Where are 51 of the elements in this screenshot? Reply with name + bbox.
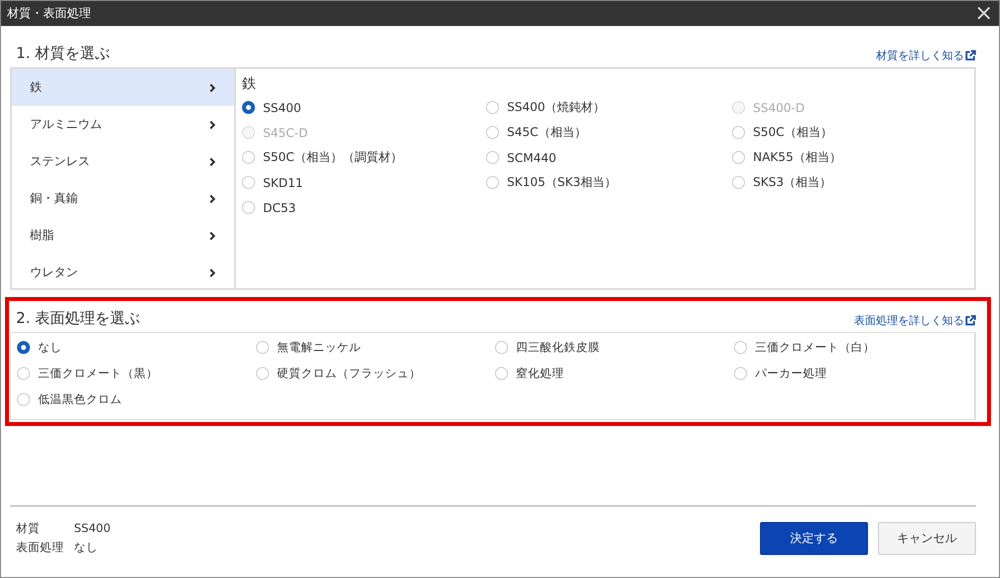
summary-value: なし (74, 539, 98, 556)
chevron-right-icon (209, 120, 216, 130)
option-label: S50C（相当） (753, 124, 832, 141)
option-label: SK105（SK3相当） (507, 174, 617, 191)
category-item[interactable]: 銅・真鍮 (12, 180, 234, 217)
details-link[interactable]: 材質を詳しく知る (876, 48, 976, 63)
option-label: NAK55（相当） (753, 149, 842, 166)
option-label: 硬質クロム（フラッシュ） (277, 366, 421, 380)
confirm-button[interactable]: 決定する (760, 522, 868, 554)
option-label: DC53 (263, 200, 296, 214)
option-label: 三価クロメート（白） (755, 340, 875, 354)
radio-button[interactable] (242, 101, 255, 114)
option-label: SS400（焼鈍材） (507, 99, 606, 116)
option-label: 無電解ニッケル (277, 340, 361, 354)
category-item[interactable]: ステンレス (12, 143, 234, 180)
summary-label: 材質 (16, 520, 41, 537)
category-item[interactable]: アルミニウム (12, 106, 234, 143)
option-label: S50C（相当）（調質材） (263, 149, 402, 166)
cancel-button[interactable]: キャンセル (878, 522, 976, 554)
category-item[interactable]: 鉄 (12, 69, 234, 106)
option-label: パーカー処理 (755, 366, 827, 380)
option-label: SS400 (263, 100, 302, 114)
chevron-right-icon (209, 194, 216, 204)
close-button[interactable]: × (968, 2, 999, 24)
option-label: SS400-D (753, 100, 805, 114)
window-title: 材質・表面処理 (7, 5, 91, 22)
details-link[interactable]: 表面処理を詳しく知る (854, 313, 976, 328)
option-label: 窒化処理 (516, 366, 564, 380)
category-item[interactable]: 樹脂 (12, 217, 234, 254)
external-link-icon (965, 50, 976, 61)
external-link-icon (965, 315, 976, 326)
option-label: 低温黒色クロム (38, 392, 122, 406)
option-label: SKD11 (263, 176, 303, 190)
chevron-right-icon (209, 156, 216, 166)
chevron-right-icon (209, 230, 216, 240)
option-label: SKS3（相当） (753, 174, 832, 191)
summary-label: 表面処理 (16, 539, 65, 556)
section-heading: 1. 材質を選ぶ (16, 44, 110, 63)
chevron-right-icon (209, 82, 216, 92)
option-label: S45C（相当） (507, 124, 586, 141)
panel-title: 鉄 (242, 75, 257, 93)
radio-button[interactable] (17, 340, 30, 354)
option-label: SCM440 (507, 150, 556, 164)
section-heading: 2. 表面処理を選ぶ (16, 309, 140, 328)
option-label: 三価クロメート（黒） (38, 366, 158, 380)
category-item[interactable]: ウレタン (12, 254, 234, 291)
summary-value: SS400 (74, 520, 111, 537)
chevron-right-icon (209, 268, 216, 278)
option-label: S45C-D (263, 126, 308, 140)
option-label: なし (38, 340, 62, 354)
option-label: 四三酸化鉄皮膜 (516, 340, 600, 354)
